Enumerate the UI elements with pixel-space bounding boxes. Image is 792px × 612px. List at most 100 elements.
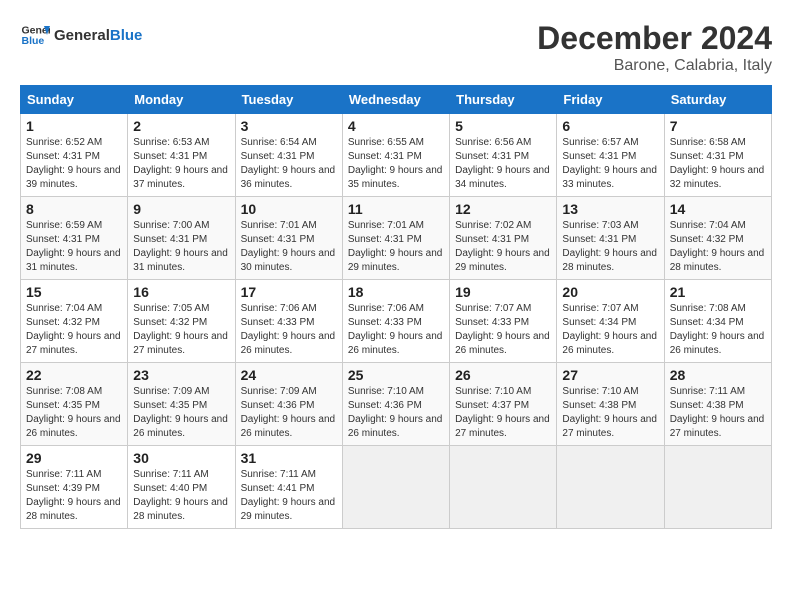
calendar-subtitle: Barone, Calabria, Italy xyxy=(537,57,772,75)
day-info: Sunrise: 7:09 AM Sunset: 4:36 PM Dayligh… xyxy=(241,385,337,441)
day-info: Sunrise: 7:11 AM Sunset: 4:40 PM Dayligh… xyxy=(133,468,229,524)
day-cell-11: 11 Sunrise: 7:01 AM Sunset: 4:31 PM Dayl… xyxy=(342,197,449,280)
day-number: 7 xyxy=(670,118,766,134)
day-cell-31: 31 Sunrise: 7:11 AM Sunset: 4:41 PM Dayl… xyxy=(235,446,342,529)
day-info: Sunrise: 7:07 AM Sunset: 4:33 PM Dayligh… xyxy=(455,302,551,358)
day-number: 25 xyxy=(348,367,444,383)
day-info: Sunrise: 7:11 AM Sunset: 4:39 PM Dayligh… xyxy=(26,468,122,524)
day-number: 19 xyxy=(455,284,551,300)
calendar-week-2: 8 Sunrise: 6:59 AM Sunset: 4:31 PM Dayli… xyxy=(21,197,772,280)
day-number: 27 xyxy=(562,367,658,383)
day-info: Sunrise: 7:10 AM Sunset: 4:38 PM Dayligh… xyxy=(562,385,658,441)
day-cell-20: 20 Sunrise: 7:07 AM Sunset: 4:34 PM Dayl… xyxy=(557,280,664,363)
day-info: Sunrise: 7:02 AM Sunset: 4:31 PM Dayligh… xyxy=(455,219,551,275)
day-cell-26: 26 Sunrise: 7:10 AM Sunset: 4:37 PM Dayl… xyxy=(450,363,557,446)
empty-cell xyxy=(557,446,664,529)
title-section: December 2024 Barone, Calabria, Italy xyxy=(537,20,772,75)
day-info: Sunrise: 7:06 AM Sunset: 4:33 PM Dayligh… xyxy=(348,302,444,358)
day-number: 21 xyxy=(670,284,766,300)
day-number: 13 xyxy=(562,201,658,217)
day-info: Sunrise: 7:10 AM Sunset: 4:37 PM Dayligh… xyxy=(455,385,551,441)
logo-icon: General Blue xyxy=(20,20,50,50)
calendar-week-4: 22 Sunrise: 7:08 AM Sunset: 4:35 PM Dayl… xyxy=(21,363,772,446)
day-number: 1 xyxy=(26,118,122,134)
day-info: Sunrise: 7:08 AM Sunset: 4:34 PM Dayligh… xyxy=(670,302,766,358)
day-number: 9 xyxy=(133,201,229,217)
day-number: 11 xyxy=(348,201,444,217)
logo-general: General xyxy=(54,27,110,44)
logo-blue: Blue xyxy=(110,27,143,44)
day-cell-21: 21 Sunrise: 7:08 AM Sunset: 4:34 PM Dayl… xyxy=(664,280,771,363)
day-cell-8: 8 Sunrise: 6:59 AM Sunset: 4:31 PM Dayli… xyxy=(21,197,128,280)
day-info: Sunrise: 6:54 AM Sunset: 4:31 PM Dayligh… xyxy=(241,136,337,192)
calendar-table: Sunday Monday Tuesday Wednesday Thursday… xyxy=(20,85,772,529)
day-number: 23 xyxy=(133,367,229,383)
day-cell-24: 24 Sunrise: 7:09 AM Sunset: 4:36 PM Dayl… xyxy=(235,363,342,446)
header-sunday: Sunday xyxy=(21,86,128,114)
day-number: 6 xyxy=(562,118,658,134)
day-info: Sunrise: 6:58 AM Sunset: 4:31 PM Dayligh… xyxy=(670,136,766,192)
empty-cell xyxy=(450,446,557,529)
day-info: Sunrise: 7:03 AM Sunset: 4:31 PM Dayligh… xyxy=(562,219,658,275)
day-cell-12: 12 Sunrise: 7:02 AM Sunset: 4:31 PM Dayl… xyxy=(450,197,557,280)
day-number: 17 xyxy=(241,284,337,300)
header-monday: Monday xyxy=(128,86,235,114)
day-cell-14: 14 Sunrise: 7:04 AM Sunset: 4:32 PM Dayl… xyxy=(664,197,771,280)
day-info: Sunrise: 7:07 AM Sunset: 4:34 PM Dayligh… xyxy=(562,302,658,358)
day-info: Sunrise: 7:04 AM Sunset: 4:32 PM Dayligh… xyxy=(670,219,766,275)
day-cell-18: 18 Sunrise: 7:06 AM Sunset: 4:33 PM Dayl… xyxy=(342,280,449,363)
header-saturday: Saturday xyxy=(664,86,771,114)
day-cell-3: 3 Sunrise: 6:54 AM Sunset: 4:31 PM Dayli… xyxy=(235,114,342,197)
day-number: 2 xyxy=(133,118,229,134)
day-cell-23: 23 Sunrise: 7:09 AM Sunset: 4:35 PM Dayl… xyxy=(128,363,235,446)
day-info: Sunrise: 6:52 AM Sunset: 4:31 PM Dayligh… xyxy=(26,136,122,192)
day-cell-4: 4 Sunrise: 6:55 AM Sunset: 4:31 PM Dayli… xyxy=(342,114,449,197)
day-number: 5 xyxy=(455,118,551,134)
day-number: 29 xyxy=(26,450,122,466)
day-cell-2: 2 Sunrise: 6:53 AM Sunset: 4:31 PM Dayli… xyxy=(128,114,235,197)
day-cell-25: 25 Sunrise: 7:10 AM Sunset: 4:36 PM Dayl… xyxy=(342,363,449,446)
day-cell-13: 13 Sunrise: 7:03 AM Sunset: 4:31 PM Dayl… xyxy=(557,197,664,280)
day-number: 4 xyxy=(348,118,444,134)
day-info: Sunrise: 7:09 AM Sunset: 4:35 PM Dayligh… xyxy=(133,385,229,441)
day-cell-28: 28 Sunrise: 7:11 AM Sunset: 4:38 PM Dayl… xyxy=(664,363,771,446)
day-number: 8 xyxy=(26,201,122,217)
day-number: 12 xyxy=(455,201,551,217)
header-thursday: Thursday xyxy=(450,86,557,114)
calendar-week-3: 15 Sunrise: 7:04 AM Sunset: 4:32 PM Dayl… xyxy=(21,280,772,363)
day-cell-30: 30 Sunrise: 7:11 AM Sunset: 4:40 PM Dayl… xyxy=(128,446,235,529)
day-info: Sunrise: 7:00 AM Sunset: 4:31 PM Dayligh… xyxy=(133,219,229,275)
day-cell-16: 16 Sunrise: 7:05 AM Sunset: 4:32 PM Dayl… xyxy=(128,280,235,363)
logo: General Blue GeneralBlue xyxy=(20,20,142,50)
header-row: Sunday Monday Tuesday Wednesday Thursday… xyxy=(21,86,772,114)
day-number: 24 xyxy=(241,367,337,383)
day-number: 30 xyxy=(133,450,229,466)
day-info: Sunrise: 6:59 AM Sunset: 4:31 PM Dayligh… xyxy=(26,219,122,275)
day-cell-9: 9 Sunrise: 7:00 AM Sunset: 4:31 PM Dayli… xyxy=(128,197,235,280)
day-info: Sunrise: 7:01 AM Sunset: 4:31 PM Dayligh… xyxy=(348,219,444,275)
day-number: 22 xyxy=(26,367,122,383)
day-number: 20 xyxy=(562,284,658,300)
day-info: Sunrise: 7:06 AM Sunset: 4:33 PM Dayligh… xyxy=(241,302,337,358)
day-info: Sunrise: 7:11 AM Sunset: 4:38 PM Dayligh… xyxy=(670,385,766,441)
day-info: Sunrise: 7:01 AM Sunset: 4:31 PM Dayligh… xyxy=(241,219,337,275)
day-cell-15: 15 Sunrise: 7:04 AM Sunset: 4:32 PM Dayl… xyxy=(21,280,128,363)
day-number: 3 xyxy=(241,118,337,134)
svg-text:Blue: Blue xyxy=(22,35,45,47)
page-header: General Blue GeneralBlue December 2024 B… xyxy=(20,20,772,75)
day-cell-5: 5 Sunrise: 6:56 AM Sunset: 4:31 PM Dayli… xyxy=(450,114,557,197)
day-cell-19: 19 Sunrise: 7:07 AM Sunset: 4:33 PM Dayl… xyxy=(450,280,557,363)
calendar-title: December 2024 xyxy=(537,20,772,57)
day-number: 31 xyxy=(241,450,337,466)
day-info: Sunrise: 7:11 AM Sunset: 4:41 PM Dayligh… xyxy=(241,468,337,524)
header-friday: Friday xyxy=(557,86,664,114)
day-cell-6: 6 Sunrise: 6:57 AM Sunset: 4:31 PM Dayli… xyxy=(557,114,664,197)
day-number: 14 xyxy=(670,201,766,217)
day-info: Sunrise: 7:05 AM Sunset: 4:32 PM Dayligh… xyxy=(133,302,229,358)
day-info: Sunrise: 7:10 AM Sunset: 4:36 PM Dayligh… xyxy=(348,385,444,441)
day-info: Sunrise: 7:08 AM Sunset: 4:35 PM Dayligh… xyxy=(26,385,122,441)
day-number: 10 xyxy=(241,201,337,217)
day-info: Sunrise: 6:57 AM Sunset: 4:31 PM Dayligh… xyxy=(562,136,658,192)
empty-cell xyxy=(664,446,771,529)
day-cell-27: 27 Sunrise: 7:10 AM Sunset: 4:38 PM Dayl… xyxy=(557,363,664,446)
